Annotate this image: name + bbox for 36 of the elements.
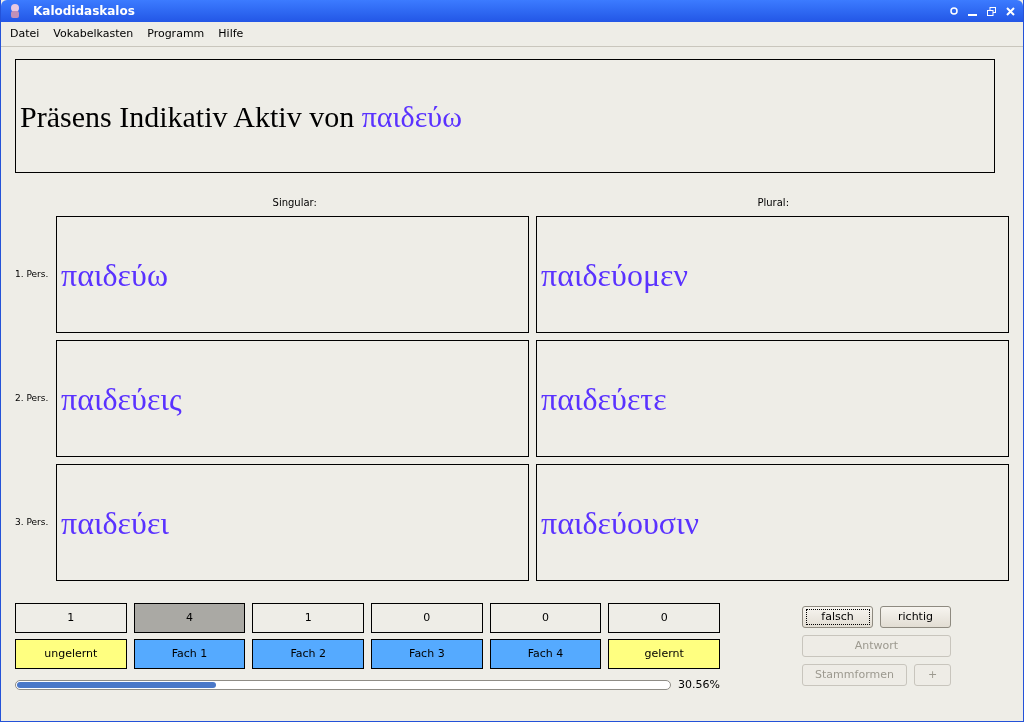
menu-item[interactable]: Programm [147,25,205,43]
action-button[interactable]: falsch [802,606,873,628]
menu-item[interactable]: Hilfe [218,25,244,43]
box-label: Fach 2 [252,639,364,669]
progress-reading: 30.56% [678,677,720,693]
count-box[interactable]: 1 [15,603,127,633]
box-label: ungelernt [15,639,127,669]
count-box[interactable]: 0 [489,603,602,633]
window-title: Kalodidaskalos [33,3,135,20]
app-icon [9,3,21,19]
column-header: Plural: [757,196,789,210]
answer-field[interactable]: παιδεύω [56,216,529,333]
box-label: Fach 1 [133,639,246,669]
count-box[interactable]: 0 [608,603,721,633]
row-label: 2. Pers. [15,391,49,405]
box-label: Fach 4 [489,639,602,669]
settings-icon[interactable] [950,7,958,15]
close-icon[interactable] [1006,6,1015,16]
restore-icon[interactable] [987,6,996,16]
menu-item[interactable]: Vokabelkasten [53,25,134,43]
box-label: gelernt [608,639,721,669]
answer-field[interactable]: παιδεύουσιν [536,464,1009,581]
answer-field[interactable]: παιδεύομεν [536,216,1009,333]
action-button[interactable]: richtig [880,606,951,628]
count-box[interactable]: 4 [133,603,246,633]
answer-field[interactable]: παιδεύεις [56,340,529,457]
count-box[interactable]: 0 [371,603,483,633]
row-label: 1. Pers. [15,267,49,281]
row-label: 3. Pers. [15,515,49,529]
count-box[interactable]: 1 [252,603,364,633]
box-label: Fach 3 [371,639,483,669]
answer-field[interactable]: παιδεύει [56,464,529,581]
column-header: Singular: [272,196,317,210]
answer-field[interactable]: παιδεύετε [536,340,1009,457]
question-text: Präsens Indikativ Aktiv von παιδεύω [20,98,462,135]
menu-item[interactable]: Datei [10,25,40,43]
